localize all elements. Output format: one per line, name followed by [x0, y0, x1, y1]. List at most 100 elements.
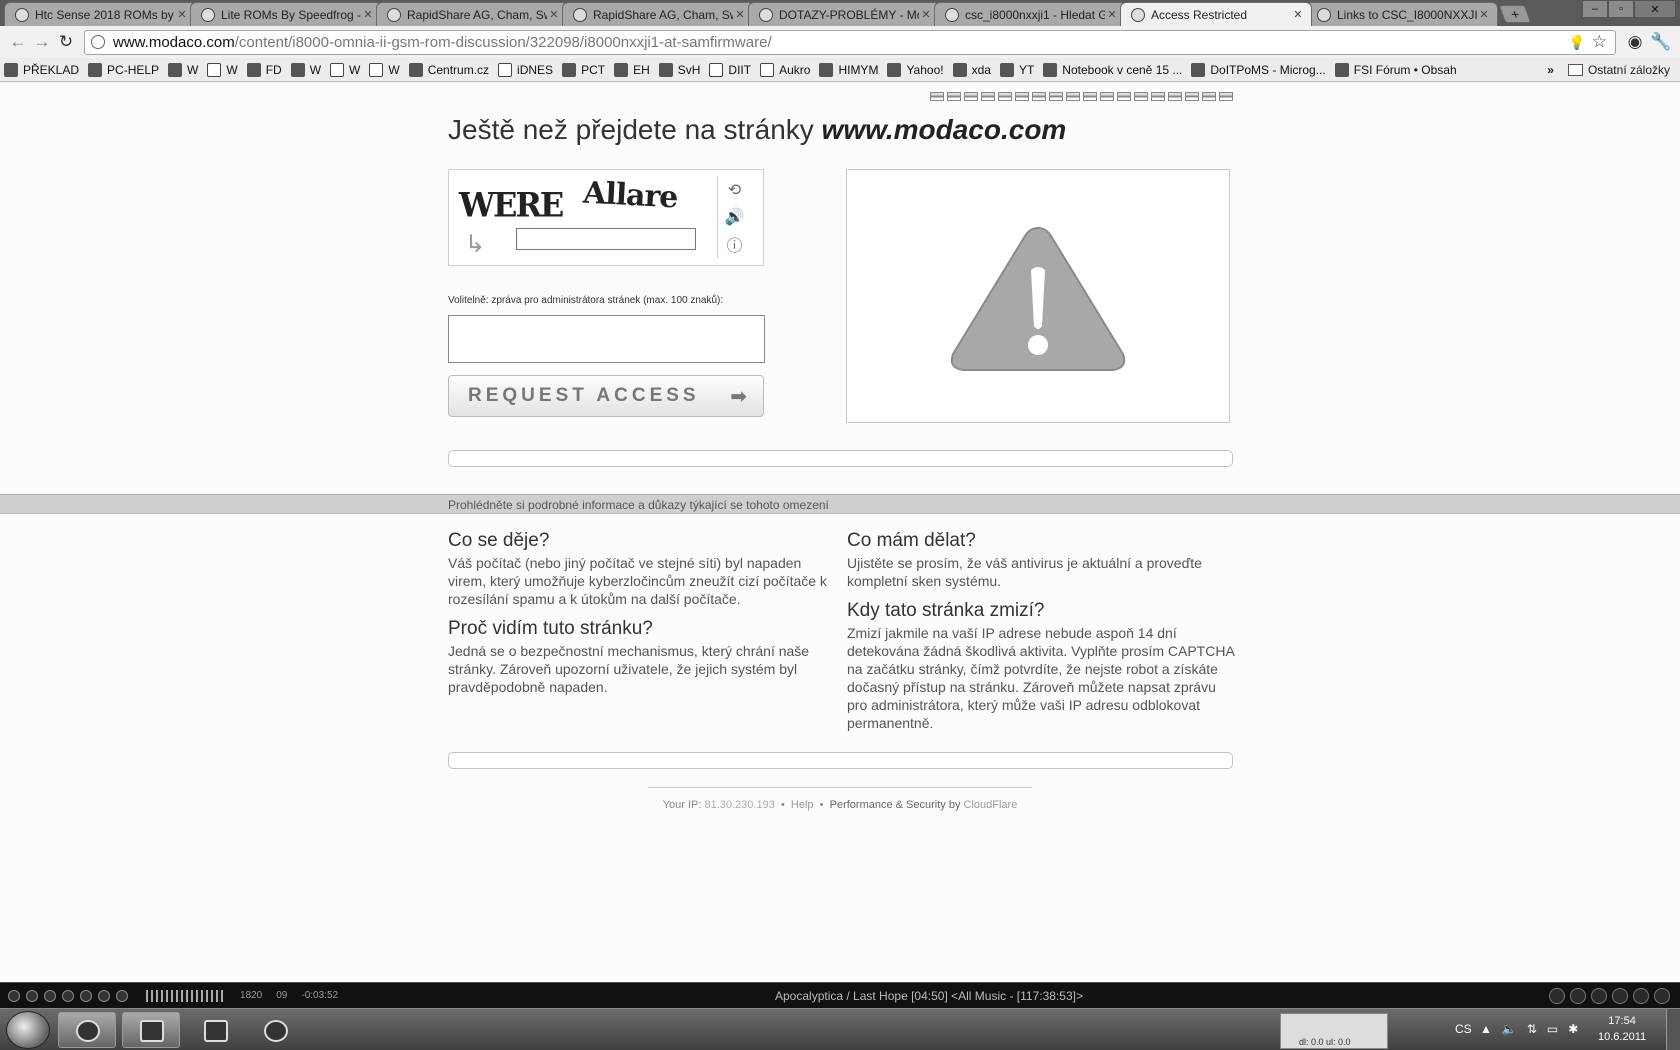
bookmark-item[interactable]: Centrum.cz: [408, 62, 489, 77]
tab-close-icon[interactable]: ✕: [919, 8, 933, 21]
flag-icon[interactable]: [1015, 92, 1029, 101]
bookmark-item[interactable]: FSI Fórum • Obsah: [1334, 62, 1457, 77]
network-icon[interactable]: ⇅: [1527, 1022, 1537, 1036]
tab[interactable]: csc_i8000nxxji1 - Hledat Gc ✕: [934, 2, 1126, 26]
flag-icon[interactable]: [1202, 92, 1216, 101]
info-icon[interactable]: ⓘ: [718, 230, 751, 257]
tab[interactable]: Links to CSC_I8000NXXJI1 ✕: [1306, 2, 1498, 26]
flag-icon[interactable]: [964, 92, 978, 101]
tab-close-icon[interactable]: ✕: [1477, 8, 1491, 21]
flag-icon[interactable]: [930, 92, 944, 101]
media-button-icon[interactable]: [8, 989, 20, 1002]
admin-message-field[interactable]: [448, 315, 765, 363]
cloudflare-link[interactable]: CloudFlare: [964, 799, 1018, 811]
bookmark-item[interactable]: EH: [614, 62, 650, 77]
page-action-icon[interactable]: 💡: [1568, 34, 1585, 51]
tab[interactable]: RapidShare AG, Cham, Sw ✕: [376, 2, 568, 26]
flag-icon[interactable]: [1168, 92, 1182, 101]
close-window-icon[interactable]: ✕: [1634, 0, 1676, 18]
tab[interactable]: Htc Sense 2018 ROMs by S ✕: [4, 2, 196, 26]
bookmark-item[interactable]: DoITPoMS - Microg...: [1191, 62, 1326, 77]
details-link[interactable]: Prohlédněte si podrobné informace a důka…: [448, 498, 829, 512]
volume-icon[interactable]: 🔈: [1502, 1022, 1517, 1036]
flag-icon[interactable]: [1185, 92, 1199, 101]
media-button-icon[interactable]: [98, 989, 110, 1002]
prev-icon[interactable]: [1549, 988, 1565, 1004]
flag-icon[interactable]: [1219, 92, 1233, 101]
show-desktop-button[interactable]: [1666, 1009, 1680, 1050]
bookmark-item[interactable]: Aukro: [760, 62, 810, 77]
captcha-input[interactable]: [516, 228, 696, 250]
tab-close-icon[interactable]: ✕: [1291, 8, 1305, 21]
bookmark-item[interactable]: Notebook v ceně 15 ...: [1043, 62, 1182, 77]
bookmark-item[interactable]: W: [290, 62, 321, 77]
bookmark-item[interactable]: PCT: [562, 62, 605, 77]
media-button-icon[interactable]: [26, 989, 38, 1002]
other-bookmarks-button[interactable]: Ostatní záložky: [1567, 63, 1670, 77]
tab-close-icon[interactable]: ✕: [1105, 8, 1119, 21]
new-tab-button[interactable]: +: [1498, 5, 1532, 23]
tab[interactable]: RapidShare AG, Cham, Sw ✕: [562, 2, 754, 26]
flag-icon[interactable]: [1032, 92, 1046, 101]
flag-icon[interactable]: [1066, 92, 1080, 101]
display-icon[interactable]: ▭: [1547, 1022, 1558, 1036]
bookmark-item[interactable]: PŘEKLAD: [4, 62, 79, 77]
bookmark-item[interactable]: YT: [999, 62, 1034, 77]
address-bar[interactable]: www.modaco.com/content/i8000-omnia-ii-gs…: [84, 29, 1616, 55]
bookmark-star-icon[interactable]: ☆: [1592, 32, 1607, 52]
tab-close-icon[interactable]: ✕: [361, 8, 375, 21]
flag-icon[interactable]: [1151, 92, 1165, 101]
tab-close-icon[interactable]: ✕: [175, 8, 189, 21]
flag-icon[interactable]: [1100, 92, 1114, 101]
media-button-icon[interactable]: [44, 989, 56, 1002]
tab-close-icon[interactable]: ✕: [547, 8, 561, 21]
shuffle-icon[interactable]: [1654, 988, 1670, 1004]
maximize-icon[interactable]: ▫: [1608, 0, 1634, 18]
audio-icon[interactable]: 🔊: [718, 203, 751, 230]
details-bar[interactable]: Prohlédněte si podrobné informace a důka…: [0, 494, 1680, 514]
tab[interactable]: DOTAZY-PROBLÉMY - Mo ✕: [748, 2, 940, 26]
flag-icon[interactable]: [998, 92, 1012, 101]
taskbar-explorer[interactable]: [122, 1012, 180, 1048]
taskbar-player[interactable]: [246, 1012, 304, 1048]
help-link[interactable]: Help: [791, 799, 814, 811]
refresh-icon[interactable]: ⟲: [718, 176, 751, 203]
flag-icon[interactable]: [1049, 92, 1063, 101]
flag-icon[interactable]: [981, 92, 995, 101]
clock[interactable]: 17:54 10.6.2011: [1598, 1013, 1646, 1045]
start-button[interactable]: [6, 1011, 50, 1049]
bookmark-item[interactable]: FD: [246, 62, 282, 77]
show-hidden-icon[interactable]: ▲: [1480, 1022, 1492, 1036]
media-button-icon[interactable]: [80, 989, 92, 1002]
next-icon[interactable]: [1612, 988, 1628, 1004]
tab-close-icon[interactable]: ✕: [733, 8, 747, 21]
bookmark-item[interactable]: iDNES: [498, 62, 553, 77]
open-icon[interactable]: [1633, 988, 1649, 1004]
flag-icon[interactable]: [947, 92, 961, 101]
flag-icon[interactable]: [1117, 92, 1131, 101]
bookmark-item[interactable]: SvH: [658, 62, 700, 77]
bookmark-item[interactable]: PC-HELP: [88, 62, 159, 77]
stop-icon[interactable]: [1570, 988, 1586, 1004]
wrench-icon[interactable]: 🔧: [1648, 30, 1674, 54]
minimize-icon[interactable]: –: [1582, 0, 1608, 18]
bookmark-item[interactable]: DIIT: [709, 62, 751, 77]
taskbar-chrome[interactable]: [58, 1012, 116, 1048]
flag-icon[interactable]: [1134, 92, 1148, 101]
flag-icon[interactable]: [1083, 92, 1097, 101]
extension-icon[interactable]: ◉: [1622, 30, 1648, 54]
bookmark-item[interactable]: W: [207, 62, 238, 77]
pause-icon[interactable]: [1591, 988, 1607, 1004]
bookmark-item[interactable]: W: [168, 62, 198, 77]
bookmark-item[interactable]: HIMYM: [819, 62, 878, 77]
back-icon[interactable]: ←: [6, 30, 30, 54]
bookmarks-overflow-button[interactable]: »: [1547, 63, 1554, 77]
bookmark-item[interactable]: Yahoo!: [887, 62, 944, 77]
taskbar-app[interactable]: [186, 1012, 244, 1048]
bookmark-item[interactable]: xda: [952, 62, 991, 77]
request-access-button[interactable]: REQUEST ACCESS ➡: [448, 375, 764, 417]
settings-icon[interactable]: ✱: [1568, 1022, 1578, 1036]
forward-icon[interactable]: →: [30, 30, 54, 54]
media-button-icon[interactable]: [116, 989, 128, 1002]
language-indicator[interactable]: CS: [1455, 1022, 1472, 1036]
